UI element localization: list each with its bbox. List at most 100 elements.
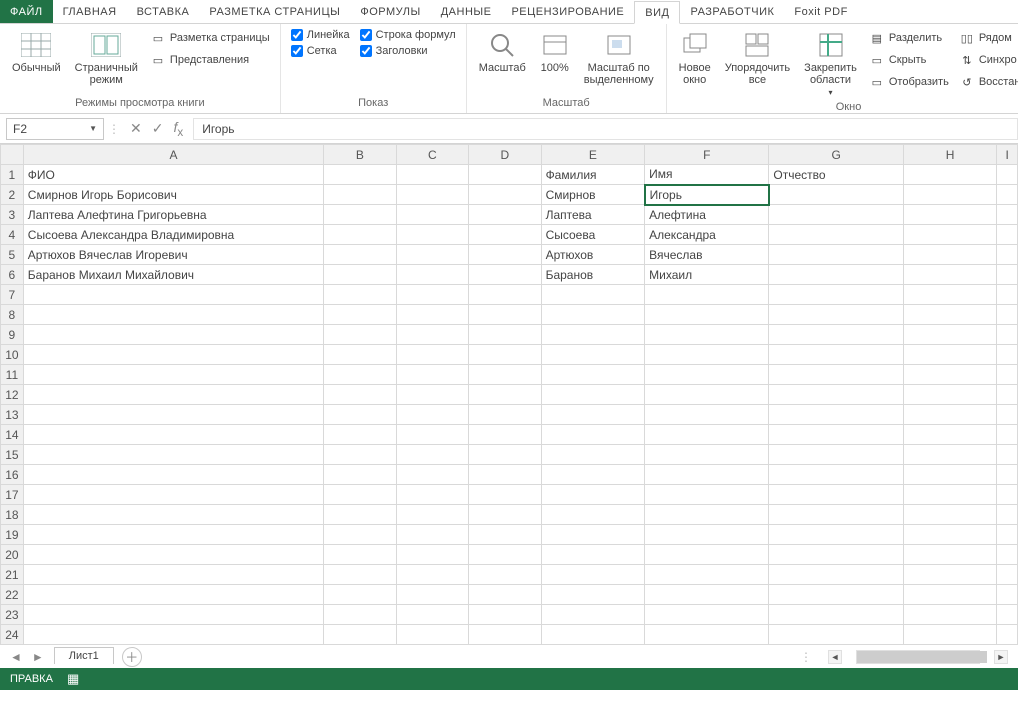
cell-D5[interactable]	[469, 245, 541, 265]
cell-A6[interactable]: Баранов Михаил Михайлович	[23, 265, 323, 285]
cell-B8[interactable]	[324, 305, 396, 325]
cell-G2[interactable]	[769, 185, 904, 205]
view-custom-views-button[interactable]: ▭ Представления	[148, 50, 272, 70]
cell-H18[interactable]	[904, 505, 997, 525]
cell-H23[interactable]	[904, 605, 997, 625]
macro-record-icon[interactable]: ▦	[67, 671, 79, 687]
cell-A14[interactable]	[23, 425, 323, 445]
unhide-button[interactable]: ▭Отобразить	[867, 72, 951, 92]
tab-file[interactable]: ФАЙЛ	[0, 0, 53, 23]
cell-E23[interactable]	[541, 605, 645, 625]
cell-D24[interactable]	[469, 625, 541, 645]
add-sheet-button[interactable]: ＋	[122, 647, 142, 667]
cell-E5[interactable]: Артюхов	[541, 245, 645, 265]
row-header-21[interactable]: 21	[1, 565, 24, 585]
cell-F2[interactable]: Игорь	[645, 185, 769, 205]
cell-F6[interactable]: Михаил	[645, 265, 769, 285]
tab-insert[interactable]: ВСТАВКА	[127, 0, 200, 23]
cell-D3[interactable]	[469, 205, 541, 225]
cell-D22[interactable]	[469, 585, 541, 605]
view-page-layout-button[interactable]: ▭ Разметка страницы	[148, 28, 272, 48]
cell-B18[interactable]	[324, 505, 396, 525]
cell-A9[interactable]	[23, 325, 323, 345]
cell-H2[interactable]	[904, 185, 997, 205]
cell-G10[interactable]	[769, 345, 904, 365]
cell-D11[interactable]	[469, 365, 541, 385]
cell-B21[interactable]	[324, 565, 396, 585]
cell-E17[interactable]	[541, 485, 645, 505]
arrange-all-button[interactable]: Упорядочить все	[721, 28, 794, 88]
cell-A4[interactable]: Сысоева Александра Владимировна	[23, 225, 323, 245]
cell-E7[interactable]	[541, 285, 645, 305]
row-header-23[interactable]: 23	[1, 605, 24, 625]
cell-E24[interactable]	[541, 625, 645, 645]
cell-B15[interactable]	[324, 445, 396, 465]
cell-E12[interactable]	[541, 385, 645, 405]
cell-G6[interactable]	[769, 265, 904, 285]
cell-E4[interactable]: Сысоева	[541, 225, 645, 245]
cell-B10[interactable]	[324, 345, 396, 365]
tab-formulas[interactable]: ФОРМУЛЫ	[350, 0, 430, 23]
cell-A20[interactable]	[23, 545, 323, 565]
cell-H1[interactable]	[904, 165, 997, 185]
row-header-24[interactable]: 24	[1, 625, 24, 645]
col-header-H[interactable]: H	[904, 145, 997, 165]
cell-I14[interactable]	[997, 425, 1018, 445]
cell-D14[interactable]	[469, 425, 541, 445]
cancel-formula-button[interactable]: ✕	[128, 120, 144, 137]
tab-view[interactable]: ВИД	[634, 1, 680, 24]
cell-B13[interactable]	[324, 405, 396, 425]
cell-E9[interactable]	[541, 325, 645, 345]
cell-G3[interactable]	[769, 205, 904, 225]
cell-C15[interactable]	[396, 445, 468, 465]
tab-review[interactable]: РЕЦЕНЗИРОВАНИЕ	[501, 0, 634, 23]
cell-C19[interactable]	[396, 525, 468, 545]
cell-I23[interactable]	[997, 605, 1018, 625]
cell-H21[interactable]	[904, 565, 997, 585]
row-header-9[interactable]: 9	[1, 325, 24, 345]
cell-E19[interactable]	[541, 525, 645, 545]
cell-H10[interactable]	[904, 345, 997, 365]
cell-A21[interactable]	[23, 565, 323, 585]
cell-A23[interactable]	[23, 605, 323, 625]
cell-C11[interactable]	[396, 365, 468, 385]
cell-E18[interactable]	[541, 505, 645, 525]
cell-E3[interactable]: Лаптева	[541, 205, 645, 225]
cell-I11[interactable]	[997, 365, 1018, 385]
cell-G20[interactable]	[769, 545, 904, 565]
name-box-dropdown-icon[interactable]: ▼	[89, 124, 97, 133]
row-header-2[interactable]: 2	[1, 185, 24, 205]
row-header-18[interactable]: 18	[1, 505, 24, 525]
cell-E16[interactable]	[541, 465, 645, 485]
row-header-11[interactable]: 11	[1, 365, 24, 385]
cell-E20[interactable]	[541, 545, 645, 565]
col-header-A[interactable]: A	[23, 145, 323, 165]
cell-D13[interactable]	[469, 405, 541, 425]
cell-C4[interactable]	[396, 225, 468, 245]
cell-I21[interactable]	[997, 565, 1018, 585]
cell-B22[interactable]	[324, 585, 396, 605]
cell-C23[interactable]	[396, 605, 468, 625]
fx-button[interactable]: fx	[171, 119, 185, 139]
cell-I8[interactable]	[997, 305, 1018, 325]
cell-D15[interactable]	[469, 445, 541, 465]
cell-B6[interactable]	[324, 265, 396, 285]
cell-E13[interactable]	[541, 405, 645, 425]
cell-F9[interactable]	[645, 325, 769, 345]
cell-C24[interactable]	[396, 625, 468, 645]
cell-H8[interactable]	[904, 305, 997, 325]
cell-A18[interactable]	[23, 505, 323, 525]
row-header-20[interactable]: 20	[1, 545, 24, 565]
cell-C3[interactable]	[396, 205, 468, 225]
cell-A8[interactable]	[23, 305, 323, 325]
cell-C16[interactable]	[396, 465, 468, 485]
cell-A7[interactable]	[23, 285, 323, 305]
reset-window-button[interactable]: ↺Восстан	[957, 72, 1018, 92]
cell-D2[interactable]	[469, 185, 541, 205]
cell-B11[interactable]	[324, 365, 396, 385]
cell-G8[interactable]	[769, 305, 904, 325]
tab-data[interactable]: ДАННЫЕ	[431, 0, 502, 23]
cell-G23[interactable]	[769, 605, 904, 625]
cell-D17[interactable]	[469, 485, 541, 505]
cell-C2[interactable]	[396, 185, 468, 205]
